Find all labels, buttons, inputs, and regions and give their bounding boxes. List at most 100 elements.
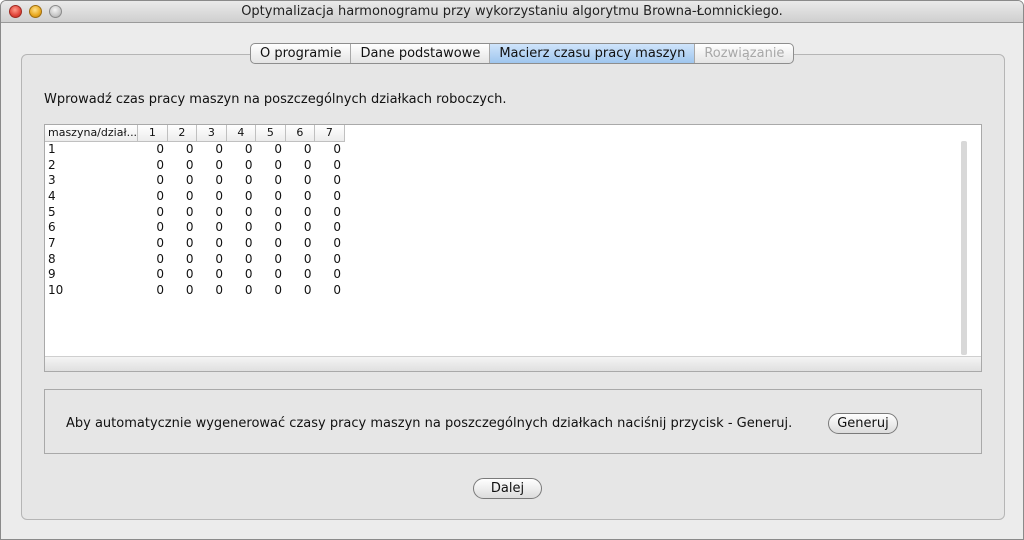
column-header[interactable]: 2 xyxy=(167,125,198,142)
row-label: 9 xyxy=(48,267,56,282)
matrix-cell[interactable]: 0 xyxy=(315,251,345,267)
matrix-cell[interactable]: 0 xyxy=(167,172,197,188)
column-header[interactable]: 7 xyxy=(314,125,345,142)
matrix-cell[interactable]: 0 xyxy=(315,172,345,188)
matrix-cell[interactable]: 0 xyxy=(138,251,168,267)
matrix-cell[interactable]: 0 xyxy=(167,188,197,204)
matrix-cell[interactable]: 0 xyxy=(138,219,168,235)
column-header[interactable]: 3 xyxy=(196,125,227,142)
matrix-cell[interactable]: 0 xyxy=(285,251,315,267)
matrix-cell[interactable]: 0 xyxy=(285,282,315,298)
matrix-cell[interactable]: 0 xyxy=(197,219,227,235)
matrix-cell[interactable]: 0 xyxy=(226,188,256,204)
matrix-cell[interactable]: 0 xyxy=(256,267,286,283)
matrix-cell[interactable]: 0 xyxy=(138,282,168,298)
matrix-cell[interactable]: 0 xyxy=(138,141,168,157)
generate-instruction: Aby automatycznie wygenerować czasy prac… xyxy=(66,416,793,431)
matrix-cell[interactable]: 0 xyxy=(138,157,168,173)
matrix-cell[interactable]: 0 xyxy=(315,188,345,204)
matrix-cell[interactable]: 0 xyxy=(256,141,286,157)
matrix-cell[interactable]: 0 xyxy=(256,172,286,188)
row-label: 7 xyxy=(48,235,56,250)
row-label: 10 xyxy=(48,283,64,298)
matrix-cell[interactable]: 0 xyxy=(315,157,345,173)
matrix-cell[interactable]: 0 xyxy=(167,157,197,173)
matrix-cell[interactable]: 0 xyxy=(226,267,256,283)
row-label: 4 xyxy=(48,188,56,203)
matrix-cell[interactable]: 0 xyxy=(285,235,315,251)
matrix-cell[interactable]: 0 xyxy=(167,204,197,220)
matrix-cell[interactable]: 0 xyxy=(138,188,168,204)
matrix-cell[interactable]: 0 xyxy=(138,204,168,220)
matrix-cell[interactable]: 0 xyxy=(285,172,315,188)
matrix-cell[interactable]: 0 xyxy=(197,157,227,173)
matrix-cell[interactable]: 0 xyxy=(256,251,286,267)
matrix-cell[interactable]: 0 xyxy=(138,235,168,251)
matrix-cell[interactable]: 0 xyxy=(197,267,227,283)
matrix-cell[interactable]: 0 xyxy=(285,157,315,173)
tab-o-programie[interactable]: O programie xyxy=(251,44,352,63)
matrix-cell[interactable]: 0 xyxy=(197,188,227,204)
matrix-cell[interactable]: 0 xyxy=(138,267,168,283)
row-label: 1 xyxy=(48,142,56,157)
matrix-cell[interactable]: 0 xyxy=(285,267,315,283)
matrix-cell[interactable]: 0 xyxy=(256,188,286,204)
column-header[interactable]: 1 xyxy=(137,125,168,142)
matrix-cell[interactable]: 0 xyxy=(285,219,315,235)
matrix-cell[interactable]: 0 xyxy=(226,157,256,173)
window-title: Optymalizacja harmonogramu przy wykorzys… xyxy=(241,4,783,19)
matrix-cell[interactable]: 0 xyxy=(197,251,227,267)
matrix-cell[interactable]: 0 xyxy=(167,235,197,251)
matrix-cell[interactable]: 0 xyxy=(138,172,168,188)
tab-dane-podstawowe[interactable]: Dane podstawowe xyxy=(351,44,491,63)
matrix-cell[interactable]: 0 xyxy=(197,141,227,157)
horizontal-scrollbar[interactable] xyxy=(45,356,981,371)
matrix-cell[interactable]: 0 xyxy=(315,141,345,157)
table-row: 70000000 xyxy=(45,235,344,251)
matrix-cell[interactable]: 0 xyxy=(256,219,286,235)
matrix-cell[interactable]: 0 xyxy=(226,235,256,251)
instruction-text: Wprowadź czas pracy maszyn na poszczegól… xyxy=(44,92,507,107)
matrix-cell[interactable]: 0 xyxy=(285,141,315,157)
matrix-cell[interactable]: 0 xyxy=(226,172,256,188)
matrix-cell[interactable]: 0 xyxy=(197,235,227,251)
generate-button[interactable]: Generuj xyxy=(828,413,898,434)
matrix-cell[interactable]: 0 xyxy=(315,282,345,298)
matrix-cell[interactable]: 0 xyxy=(226,282,256,298)
column-header[interactable]: 5 xyxy=(255,125,286,142)
matrix-cell[interactable]: 0 xyxy=(256,204,286,220)
matrix-cell[interactable]: 0 xyxy=(285,204,315,220)
matrix-cell[interactable]: 0 xyxy=(226,219,256,235)
matrix-cell[interactable]: 0 xyxy=(256,282,286,298)
matrix-cell[interactable]: 0 xyxy=(315,204,345,220)
matrix-cell[interactable]: 0 xyxy=(315,235,345,251)
matrix-cell[interactable]: 0 xyxy=(226,141,256,157)
matrix-cell[interactable]: 0 xyxy=(285,188,315,204)
tab-macierz-czasu[interactable]: Macierz czasu pracy maszyn xyxy=(490,44,696,63)
matrix-cell[interactable]: 0 xyxy=(167,282,197,298)
table-row: 90000000 xyxy=(45,267,344,283)
table-row: 20000000 xyxy=(45,157,344,173)
matrix-cell[interactable]: 0 xyxy=(226,204,256,220)
matrix-cell[interactable]: 0 xyxy=(256,157,286,173)
matrix-table-container: maszyna/dział... 1 2 3 4 5 6 7 100000002… xyxy=(44,124,982,372)
table-body: 1000000020000000300000004000000050000000… xyxy=(45,141,344,298)
row-label: 2 xyxy=(48,157,56,172)
matrix-cell[interactable]: 0 xyxy=(167,219,197,235)
next-button[interactable]: Dalej xyxy=(473,478,542,499)
matrix-cell[interactable]: 0 xyxy=(256,235,286,251)
corner-header[interactable]: maszyna/dział... xyxy=(45,125,139,142)
matrix-cell[interactable]: 0 xyxy=(167,267,197,283)
matrix-cell[interactable]: 0 xyxy=(197,282,227,298)
vertical-scrollbar[interactable] xyxy=(961,141,967,355)
matrix-cell[interactable]: 0 xyxy=(197,204,227,220)
matrix-cell[interactable]: 0 xyxy=(167,251,197,267)
matrix-cell[interactable]: 0 xyxy=(315,267,345,283)
column-header[interactable]: 4 xyxy=(226,125,257,142)
column-header[interactable]: 6 xyxy=(285,125,316,142)
machine-time-matrix: maszyna/dział... 1 2 3 4 5 6 7 100000002… xyxy=(45,125,345,298)
matrix-cell[interactable]: 0 xyxy=(167,141,197,157)
matrix-cell[interactable]: 0 xyxy=(226,251,256,267)
matrix-cell[interactable]: 0 xyxy=(197,172,227,188)
matrix-cell[interactable]: 0 xyxy=(315,219,345,235)
